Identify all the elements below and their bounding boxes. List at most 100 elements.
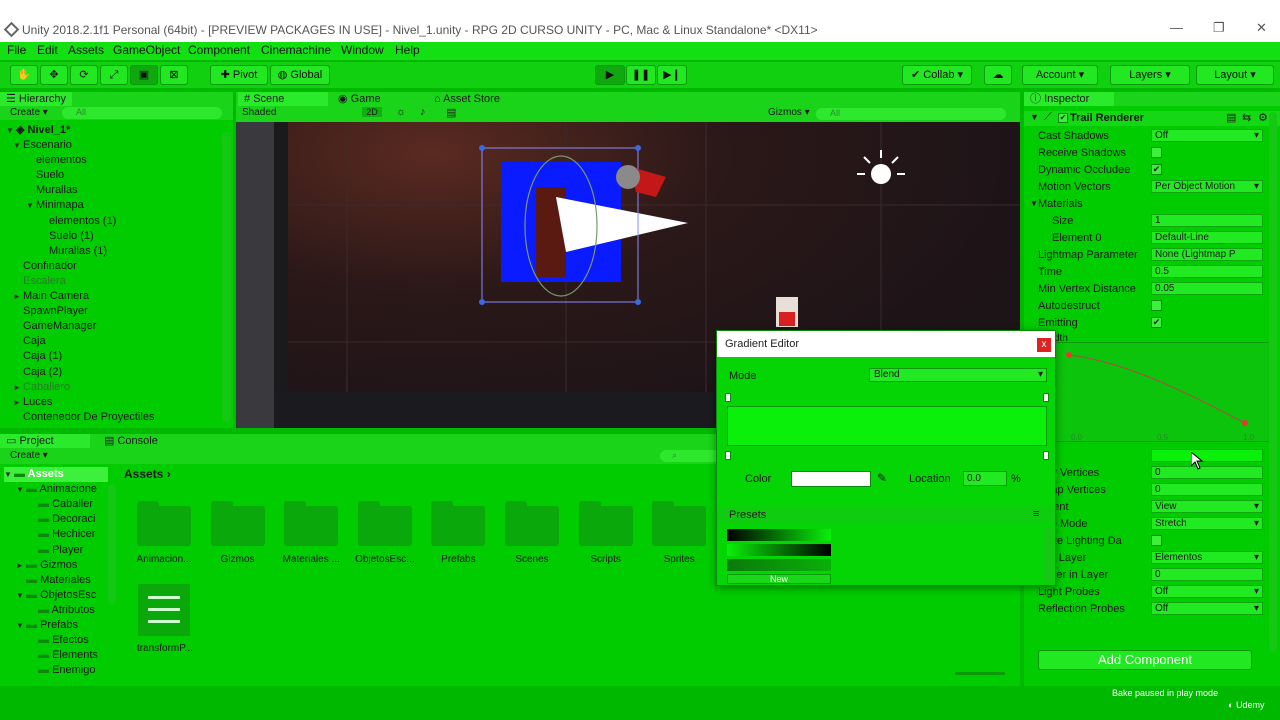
global-toggle[interactable]: ◍ Global <box>270 65 330 85</box>
hierarchy-item[interactable]: elementos <box>36 153 87 167</box>
folder-icon[interactable] <box>505 501 559 546</box>
hierarchy-item[interactable]: elementos (1) <box>49 214 116 228</box>
tab-inspector[interactable]: ⓘ Inspector <box>1024 92 1114 106</box>
hierarchy-item[interactable]: SpawnPlayer <box>23 304 88 318</box>
color-gradient-field[interactable] <box>1151 449 1263 462</box>
new-preset-button[interactable]: New <box>727 574 831 584</box>
project-folder-item[interactable]: ► ▬ Gizmos <box>16 558 77 573</box>
property-field[interactable]: 0 <box>1151 483 1263 496</box>
hierarchy-item[interactable]: Suelo <box>36 168 64 182</box>
project-folder-item[interactable]: ▬ Caballer <box>28 497 93 511</box>
project-search-input[interactable]: ⌕ <box>660 450 720 462</box>
menu-gameobject[interactable]: GameObject <box>113 43 180 57</box>
cloud-button[interactable]: ☁ <box>984 65 1012 85</box>
asset-item-transform[interactable] <box>138 584 190 636</box>
eyedropper-icon[interactable]: ✎ <box>877 471 887 485</box>
add-component-button[interactable]: Add Component <box>1038 650 1252 670</box>
menu-component[interactable]: Component <box>188 43 250 57</box>
assets-breadcrumb[interactable]: Assets › <box>124 467 171 481</box>
expand-arrow-icon[interactable]: ▼ <box>16 483 26 497</box>
project-folder-item[interactable]: ▬ Hechicer <box>28 527 95 541</box>
folder-icon[interactable] <box>431 501 486 546</box>
gradient-preview-bar[interactable] <box>727 406 1047 446</box>
transform-tool-button[interactable]: ⊠ <box>160 65 188 85</box>
tab-hierarchy[interactable]: ☰ Hierarchy <box>0 92 72 106</box>
hand-tool-button[interactable]: ✋ <box>10 65 38 85</box>
settings-gear-icon[interactable]: ⚙ <box>1258 111 1268 124</box>
component-header[interactable]: ▼ ⟋ ✔ Trail Renderer ▤ ⇆ ⚙ <box>1024 111 1280 126</box>
property-checkbox[interactable]: ✔ <box>1151 317 1162 328</box>
project-folder-item[interactable]: ▬ Elements <box>28 648 98 662</box>
gradient-close-button[interactable]: x <box>1037 338 1051 352</box>
component-enabled-checkbox[interactable]: ✔ <box>1058 113 1068 123</box>
pause-button[interactable]: ❚❚ <box>626 65 656 85</box>
property-checkbox[interactable] <box>1151 535 1162 546</box>
width-curve-editor[interactable]: 0.0 0.5 1.0 <box>1054 342 1270 442</box>
menu-assets[interactable]: Assets <box>68 43 104 57</box>
hierarchy-item[interactable]: Suelo (1) <box>49 229 94 243</box>
scale-tool-button[interactable]: ⤢ <box>100 65 128 85</box>
expand-arrow-icon[interactable]: ► <box>13 381 23 395</box>
project-create-button[interactable]: Create ▾ <box>10 450 48 461</box>
hierarchy-item[interactable]: GameManager <box>23 319 96 333</box>
project-folder-item[interactable]: ▼ ▬ Assets <box>4 467 108 482</box>
alpha-key-left[interactable] <box>725 393 731 402</box>
preset-black-to-green[interactable] <box>727 529 831 541</box>
tab-console[interactable]: ▤ Console <box>98 434 164 448</box>
folder-icon[interactable] <box>284 501 339 546</box>
property-field[interactable]: 0 <box>1151 466 1263 479</box>
light-toggle-icon[interactable]: ☼ <box>396 106 406 118</box>
scene-root-row[interactable]: ▼ ◈ Nivel_1* <box>6 123 70 138</box>
property-checkbox[interactable] <box>1151 300 1162 311</box>
tab-scene[interactable]: # Scene <box>238 92 328 106</box>
hierarchy-item[interactable]: ► Caballero <box>13 380 70 395</box>
shading-dropdown[interactable]: Shaded <box>242 107 352 118</box>
move-tool-button[interactable]: ✥ <box>40 65 68 85</box>
expand-arrow-icon[interactable]: ► <box>16 559 26 573</box>
menu-window[interactable]: Window <box>341 43 384 57</box>
account-dropdown[interactable]: Account ▾ <box>1022 65 1098 85</box>
project-folder-item[interactable]: ▼ ▬ Prefabs <box>16 618 78 633</box>
gizmos-dropdown[interactable]: Gizmos ▾ <box>768 107 810 118</box>
step-button[interactable]: ▶❙ <box>657 65 687 85</box>
hierarchy-item[interactable]: Confinador <box>23 259 77 273</box>
hierarchy-item[interactable]: Contenedor De Proyectiles <box>23 410 154 424</box>
minimize-button[interactable]: — <box>1170 20 1183 35</box>
hierarchy-item[interactable]: ▼ Minimapa <box>26 198 84 213</box>
property-dropdown[interactable]: Stretch ▾ <box>1151 517 1263 530</box>
property-field[interactable]: 0 <box>1151 568 1263 581</box>
restore-button[interactable]: ❐ <box>1213 20 1225 36</box>
tab-game[interactable]: ◉ Game <box>332 92 387 106</box>
collab-dropdown[interactable]: ✔ Collab ▾ <box>902 65 972 85</box>
color-swatch[interactable] <box>791 471 871 487</box>
foldout-arrow-icon[interactable]: ▼ <box>1030 112 1039 122</box>
property-field[interactable]: Default-Line <box>1151 231 1263 244</box>
project-folder-item[interactable]: ▬ Materiales <box>16 573 91 587</box>
project-folder-item[interactable]: ▬ Player <box>28 543 83 557</box>
menu-edit[interactable]: Edit <box>37 43 58 57</box>
preset-green-to-black[interactable] <box>727 544 831 556</box>
property-dropdown[interactable]: Off ▾ <box>1151 602 1263 615</box>
property-dropdown[interactable]: Off ▾ <box>1151 129 1263 142</box>
layers-dropdown[interactable]: Layers ▾ <box>1110 65 1190 85</box>
hierarchy-scrollbar[interactable] <box>222 132 231 422</box>
hierarchy-item[interactable]: Caja (1) <box>23 349 62 363</box>
close-window-button[interactable]: ✕ <box>1256 20 1267 36</box>
location-input[interactable]: 0.0 <box>963 471 1007 486</box>
property-field[interactable]: 1 <box>1151 214 1263 227</box>
preset-icon[interactable]: ⇆ <box>1242 111 1251 124</box>
menu-file[interactable]: File <box>7 43 26 57</box>
rotate-tool-button[interactable]: ⟳ <box>70 65 98 85</box>
expand-arrow-icon[interactable]: ► <box>13 290 23 304</box>
help-icon[interactable]: ▤ <box>1226 111 1236 124</box>
effects-toggle-icon[interactable]: ▤ <box>446 106 456 119</box>
folder-icon[interactable] <box>210 501 265 546</box>
hierarchy-item[interactable]: Caja (2) <box>23 365 62 379</box>
expand-arrow-icon[interactable]: ▼ <box>26 199 36 213</box>
property-dropdown[interactable]: View ▾ <box>1151 500 1263 513</box>
expand-arrow-icon[interactable]: ► <box>13 396 23 410</box>
property-checkbox[interactable]: ✔ <box>1151 164 1162 175</box>
color-key-left[interactable] <box>725 451 731 460</box>
inspector-scrollbar[interactable] <box>1269 112 1277 652</box>
property-field[interactable]: 0.5 <box>1151 265 1263 278</box>
